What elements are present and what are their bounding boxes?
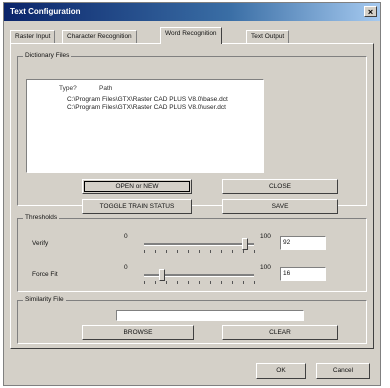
similarity-file-legend: Similarity File — [23, 296, 66, 303]
slider-tick — [232, 281, 233, 284]
slider-tick — [166, 281, 167, 284]
cancel-button[interactable]: Cancel — [316, 363, 370, 379]
slider-tick — [188, 250, 189, 253]
thresholds-legend: Thresholds — [23, 214, 60, 221]
verify-label: Verify — [32, 240, 49, 247]
word-recognition-panel: Dictionary Files Type? Path C:\Program F… — [10, 43, 374, 349]
similarity-file-path-field[interactable] — [116, 310, 304, 321]
column-header-path[interactable]: Path — [99, 85, 112, 92]
tab-text-output[interactable]: Text Output — [246, 30, 290, 43]
force-fit-slider-thumb[interactable] — [158, 269, 165, 281]
slider-tick — [144, 250, 145, 253]
open-or-new-button[interactable]: OPEN or NEW — [82, 179, 192, 194]
force-fit-value-field[interactable]: 16 — [280, 267, 326, 281]
dictionary-file-list[interactable]: Type? Path C:\Program Files\GTX\Raster C… — [26, 79, 264, 173]
slider-tick — [210, 281, 211, 284]
browse-button[interactable]: BROWSE — [82, 325, 194, 340]
slider-tick — [254, 281, 255, 284]
close-dictionary-button[interactable]: CLOSE — [222, 179, 338, 194]
verify-min-label: 0 — [124, 233, 128, 240]
slider-tick — [166, 250, 167, 253]
similarity-file-group: Similarity File BROWSE CLEAR — [17, 296, 367, 344]
slider-tick — [199, 250, 200, 253]
force-fit-max-label: 100 — [260, 264, 271, 271]
verify-slider-thumb[interactable] — [242, 238, 249, 250]
dictionary-files-legend: Dictionary Files — [23, 52, 72, 59]
dictionary-files-group: Dictionary Files Type? Path C:\Program F… — [17, 52, 367, 214]
verify-value-field[interactable]: 92 — [280, 236, 326, 250]
title-bar: Text Configuration × — [4, 3, 380, 21]
column-header-type[interactable]: Type? — [59, 85, 77, 92]
slider-tick — [155, 281, 156, 284]
thresholds-group: Thresholds Verify 0 100 92 Force Fit 0 1… — [17, 214, 367, 292]
force-fit-min-label: 0 — [124, 264, 128, 271]
slider-tick — [232, 250, 233, 253]
tab-character-recognition[interactable]: Character Recognition — [62, 30, 137, 43]
list-item[interactable]: C:\Program Files\GTX\Raster CAD PLUS V8.… — [67, 104, 226, 111]
verify-max-label: 100 — [260, 233, 271, 240]
slider-tick — [243, 281, 244, 284]
window-title: Text Configuration — [10, 7, 81, 16]
dialog-window: Text Configuration × Raster Input Charac… — [3, 2, 381, 386]
slider-tick — [221, 281, 222, 284]
slider-tick — [221, 250, 222, 253]
toggle-train-status-button[interactable]: TOGGLE TRAIN STATUS — [82, 199, 192, 214]
slider-tick — [177, 281, 178, 284]
slider-tick — [188, 281, 189, 284]
ok-button[interactable]: OK — [256, 363, 306, 379]
clear-button[interactable]: CLEAR — [222, 325, 338, 340]
close-window-button[interactable]: × — [364, 6, 377, 17]
slider-tick — [144, 281, 145, 284]
save-dictionary-button[interactable]: SAVE — [222, 199, 338, 214]
slider-tick — [243, 250, 244, 253]
tab-strip: Raster Input Character Recognition Word … — [10, 27, 374, 44]
slider-tick — [254, 250, 255, 253]
tab-raster-input[interactable]: Raster Input — [10, 30, 56, 43]
tab-word-recognition[interactable]: Word Recognition — [160, 27, 222, 44]
slider-tick — [177, 250, 178, 253]
slider-tick — [210, 250, 211, 253]
slider-tick — [155, 250, 156, 253]
list-item[interactable]: C:\Program Files\GTX\Raster CAD PLUS V8.… — [67, 96, 228, 103]
slider-tick — [199, 281, 200, 284]
force-fit-label: Force Fit — [32, 271, 58, 278]
verify-slider-track[interactable] — [144, 243, 254, 246]
